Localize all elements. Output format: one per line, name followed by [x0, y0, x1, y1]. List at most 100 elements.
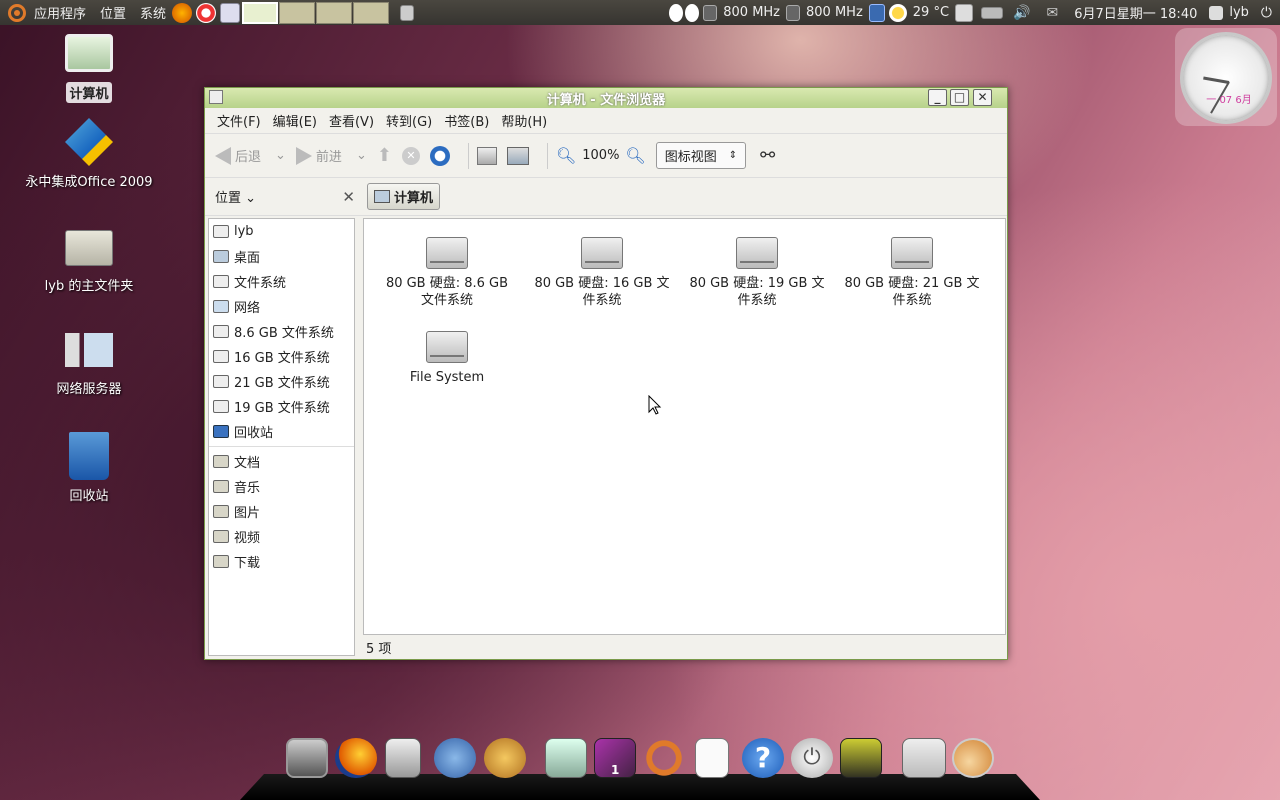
file-item-label: 80 GB 硬盘: 21 GB 文: [844, 276, 980, 291]
desktop-icon-label: lyb 的主文件夹: [44, 279, 134, 294]
desktop-icon-trash[interactable]: 回收站: [14, 432, 164, 505]
cpu-frequency-1: 800 MHz: [723, 5, 781, 20]
help-icon[interactable]: ?: [742, 738, 784, 778]
toolbar: 后退 ⌄ 前进 ⌄ ⬆ ✕ 🔍︎ 100% 🔍︎ 图标视图 ⇕ ⚯: [205, 134, 1007, 178]
text-editor-icon[interactable]: [695, 738, 729, 778]
file-item-filesystem[interactable]: File System: [372, 331, 522, 386]
sidebar-item-home[interactable]: lyb: [209, 219, 354, 244]
weather-icon[interactable]: [888, 3, 907, 22]
clock-datetime[interactable]: 6月7日星期一 18:40: [1070, 0, 1201, 25]
desktop-icon-network[interactable]: 网络服务器: [14, 333, 164, 398]
minimize-button[interactable]: _: [928, 89, 947, 106]
status-bar: 5 项: [363, 636, 1006, 658]
back-button[interactable]: 后退 ⌄: [215, 146, 286, 165]
file-item-drive-19[interactable]: 80 GB 硬盘: 19 GB 文 件系统: [682, 237, 832, 309]
zoom-in-icon[interactable]: 🔍︎: [625, 146, 645, 165]
workspace-switcher-icon[interactable]: 1: [594, 738, 636, 778]
sidebar-item-videos[interactable]: 视频: [209, 524, 354, 549]
close-sidebar-icon[interactable]: ✕: [342, 188, 355, 206]
image-viewer-icon[interactable]: [840, 738, 882, 778]
computer-location-icon[interactable]: [506, 146, 529, 165]
maximize-button[interactable]: □: [950, 89, 969, 106]
menu-system[interactable]: 系统: [130, 0, 170, 25]
nautilus-icon[interactable]: [952, 738, 994, 778]
user-name[interactable]: lyb: [1225, 0, 1253, 25]
calculator-icon[interactable]: [385, 738, 421, 778]
zoom-out-icon[interactable]: 🔍︎: [556, 146, 576, 165]
computer-small-icon: [374, 190, 390, 203]
desktop-icon-home[interactable]: lyb 的主文件夹: [14, 230, 164, 295]
back-history-chevron-icon[interactable]: ⌄: [275, 148, 286, 163]
firefox-launcher-icon[interactable]: [172, 2, 193, 23]
notes-icon[interactable]: [868, 3, 885, 22]
firefox-icon[interactable]: [335, 738, 377, 778]
breadcrumb-computer[interactable]: 计算机: [367, 183, 441, 210]
desktop-icon-office[interactable]: 永中集成Office 2009: [14, 118, 164, 191]
volume-icon[interactable]: 🔊: [1009, 0, 1034, 25]
shutdown-icon[interactable]: ⏻: [791, 738, 833, 778]
sidebar-item-documents[interactable]: 文档: [209, 449, 354, 474]
menu-bookmarks[interactable]: 书签(B): [438, 111, 495, 130]
clock-face: 一 07 6月: [1180, 32, 1272, 124]
menu-file[interactable]: 文件(F): [211, 111, 267, 130]
gimp-icon[interactable]: [484, 738, 526, 778]
sidebar-item-filesystem[interactable]: 文件系统: [209, 269, 354, 294]
desktop-icon-computer[interactable]: 计算机: [14, 34, 164, 103]
file-view[interactable]: 80 GB 硬盘: 8.6 GB 文件系统 80 GB 硬盘: 16 GB 文 …: [363, 218, 1006, 635]
network-launcher-icon[interactable]: [220, 2, 241, 23]
sidebar-item-music[interactable]: 音乐: [209, 474, 354, 499]
menu-applications[interactable]: 应用程序: [30, 0, 90, 25]
network-status-icon[interactable]: [955, 3, 974, 22]
sidebar-item-trash[interactable]: 回收站: [209, 419, 354, 444]
places-dropdown[interactable]: 位置 ⌄: [215, 187, 256, 206]
help-launcher-icon[interactable]: [196, 2, 217, 23]
weather-temp[interactable]: 29 °C: [909, 0, 953, 25]
window-list-icon[interactable]: [400, 4, 415, 21]
sidebar-item-volume-16[interactable]: 16 GB 文件系统: [209, 344, 354, 369]
sidebar-item-network[interactable]: 网络: [209, 294, 354, 319]
file-item-drive-8-6[interactable]: 80 GB 硬盘: 8.6 GB 文件系统: [372, 237, 522, 309]
sidebar-label: 文件系统: [234, 276, 287, 291]
workspace-1[interactable]: [242, 1, 279, 24]
sidebar-item-volume-19[interactable]: 19 GB 文件系统: [209, 394, 354, 419]
pidgin-icon[interactable]: [434, 738, 476, 778]
workspace-3[interactable]: [316, 1, 353, 24]
menu-view[interactable]: 查看(V): [323, 111, 380, 130]
up-arrow-icon[interactable]: ⬆: [377, 145, 392, 166]
sidebar-item-volume-21[interactable]: 21 GB 文件系统: [209, 369, 354, 394]
zoom-level[interactable]: 100%: [582, 148, 619, 163]
ubuntu-icon[interactable]: [643, 738, 685, 778]
forward-button[interactable]: 前进 ⌄: [295, 146, 367, 165]
sidebar-item-pictures[interactable]: 图片: [209, 499, 354, 524]
cpu-frequency-2: 800 MHz: [806, 5, 863, 20]
drive-small-icon: [213, 350, 229, 363]
menu-help[interactable]: 帮助(H): [495, 111, 553, 130]
window-menu-icon[interactable]: [209, 90, 223, 104]
file-item-drive-16[interactable]: 80 GB 硬盘: 16 GB 文 件系统: [527, 237, 677, 309]
power-icon[interactable]: ⏻: [1257, 0, 1276, 25]
workspace-2[interactable]: [279, 1, 316, 24]
firefox-window-icon[interactable]: [902, 738, 946, 778]
file-item-drive-21[interactable]: 80 GB 硬盘: 21 GB 文 件系统: [837, 237, 987, 309]
stop-icon[interactable]: ✕: [401, 146, 420, 165]
screenshot-icon[interactable]: [545, 738, 587, 778]
clock-widget[interactable]: 一 07 6月: [1175, 28, 1277, 126]
mail-icon[interactable]: ✉: [1042, 0, 1062, 25]
menu-go[interactable]: 转到(G): [380, 111, 438, 130]
terminal-icon[interactable]: [286, 738, 328, 778]
close-button[interactable]: ✕: [973, 89, 992, 106]
window-titlebar[interactable]: 计算机 - 文件浏览器 _ □ ✕: [205, 88, 1007, 108]
menu-edit[interactable]: 编辑(E): [267, 111, 323, 130]
view-mode-select[interactable]: 图标视图 ⇕: [655, 142, 747, 169]
search-binoculars-icon[interactable]: ⚯: [760, 145, 775, 166]
forward-history-chevron-icon[interactable]: ⌄: [356, 148, 367, 163]
home-icon[interactable]: [476, 146, 497, 165]
workspace-4[interactable]: [353, 1, 390, 24]
sidebar-item-downloads[interactable]: 下载: [209, 549, 354, 574]
sidebar-item-volume-8-6[interactable]: 8.6 GB 文件系统: [209, 319, 354, 344]
sidebar-item-desktop[interactable]: 桌面: [209, 244, 354, 269]
ubuntu-logo-icon[interactable]: [0, 0, 30, 25]
battery-icon[interactable]: [981, 6, 1004, 19]
menu-places[interactable]: 位置: [90, 0, 130, 25]
reload-icon[interactable]: [429, 145, 450, 166]
